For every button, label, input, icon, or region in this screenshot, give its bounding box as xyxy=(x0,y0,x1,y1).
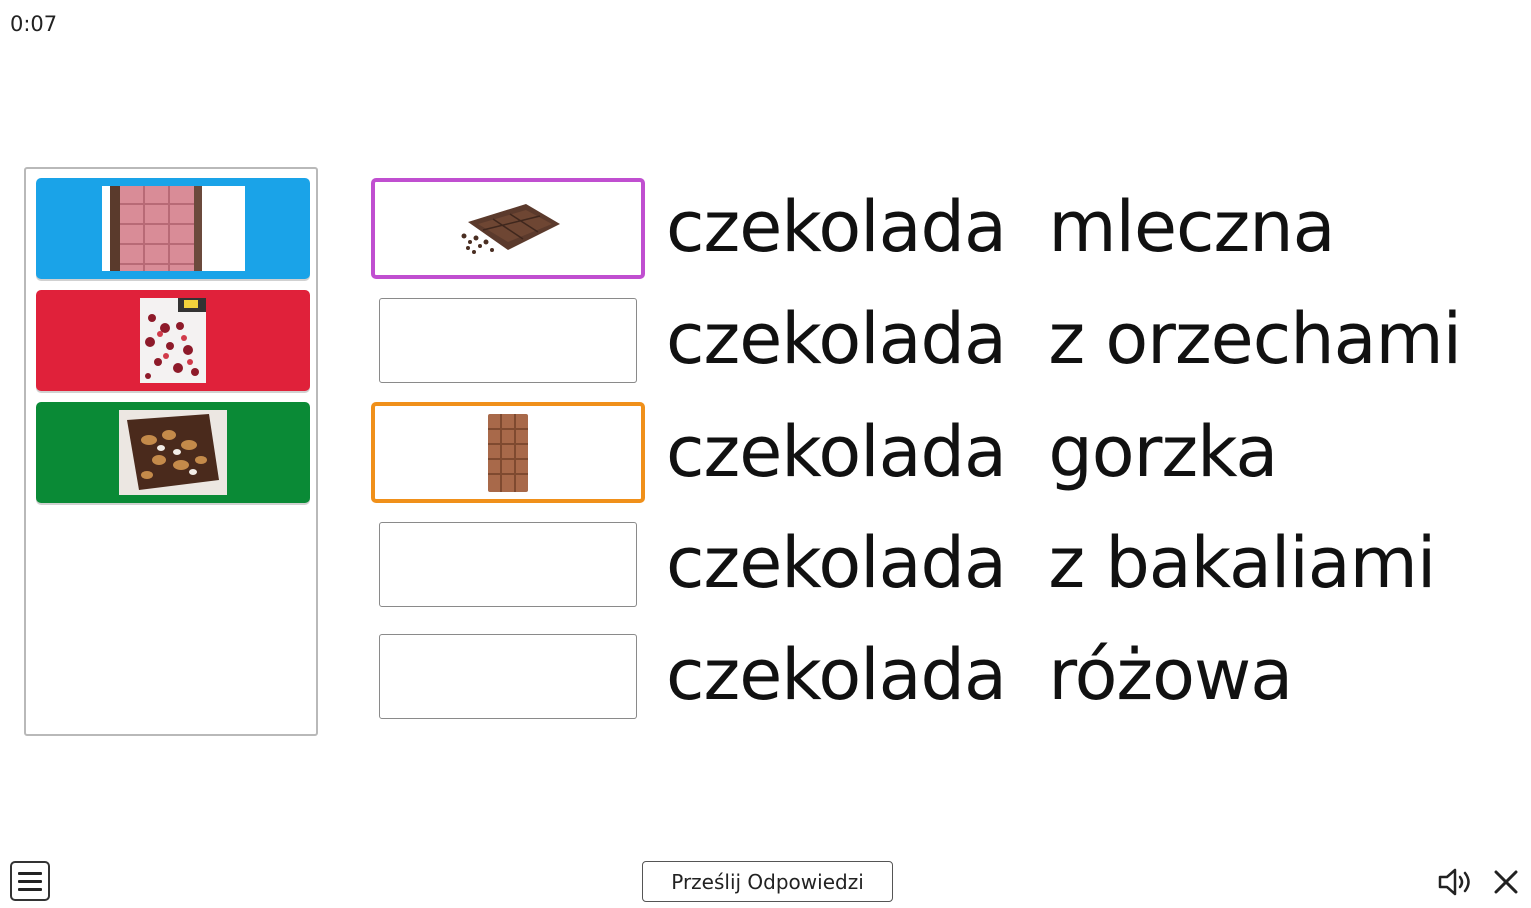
milk-chocolate-bar-image xyxy=(488,413,528,492)
row-label-rozowa: czekolada różowa xyxy=(666,634,1293,716)
answer-tile-nut-chocolate[interactable] xyxy=(36,402,310,503)
row-label-bakaliami: czekolada z bakaliami xyxy=(666,522,1436,604)
drop-target-rozowa[interactable] xyxy=(379,634,637,719)
nut-chocolate-image xyxy=(119,410,227,495)
speaker-icon[interactable] xyxy=(1437,864,1475,900)
drop-target-gorzka[interactable] xyxy=(371,402,645,503)
timer: 0:07 xyxy=(10,12,58,36)
submit-answers-button[interactable]: Prześlij Odpowiedzi xyxy=(642,861,893,902)
close-icon[interactable] xyxy=(1487,864,1525,900)
drop-target-mleczna[interactable] xyxy=(371,178,645,279)
drop-target-orzechami[interactable] xyxy=(379,298,637,383)
menu-icon[interactable] xyxy=(10,861,50,901)
answer-tile-fruit-chocolate[interactable] xyxy=(36,290,310,391)
row-label-orzechami: czekolada z orzechami xyxy=(666,298,1462,380)
row-label-mleczna: czekolada mleczna xyxy=(666,186,1336,268)
pink-chocolate-bar-image xyxy=(101,186,245,271)
row-label-gorzka: czekolada gorzka xyxy=(666,411,1278,493)
answer-bank xyxy=(24,167,318,736)
drop-target-bakaliami[interactable] xyxy=(379,522,637,607)
fruit-chocolate-image xyxy=(140,298,206,383)
answer-tile-pink-chocolate[interactable] xyxy=(36,178,310,279)
broken-milk-chocolate-image xyxy=(461,203,560,254)
